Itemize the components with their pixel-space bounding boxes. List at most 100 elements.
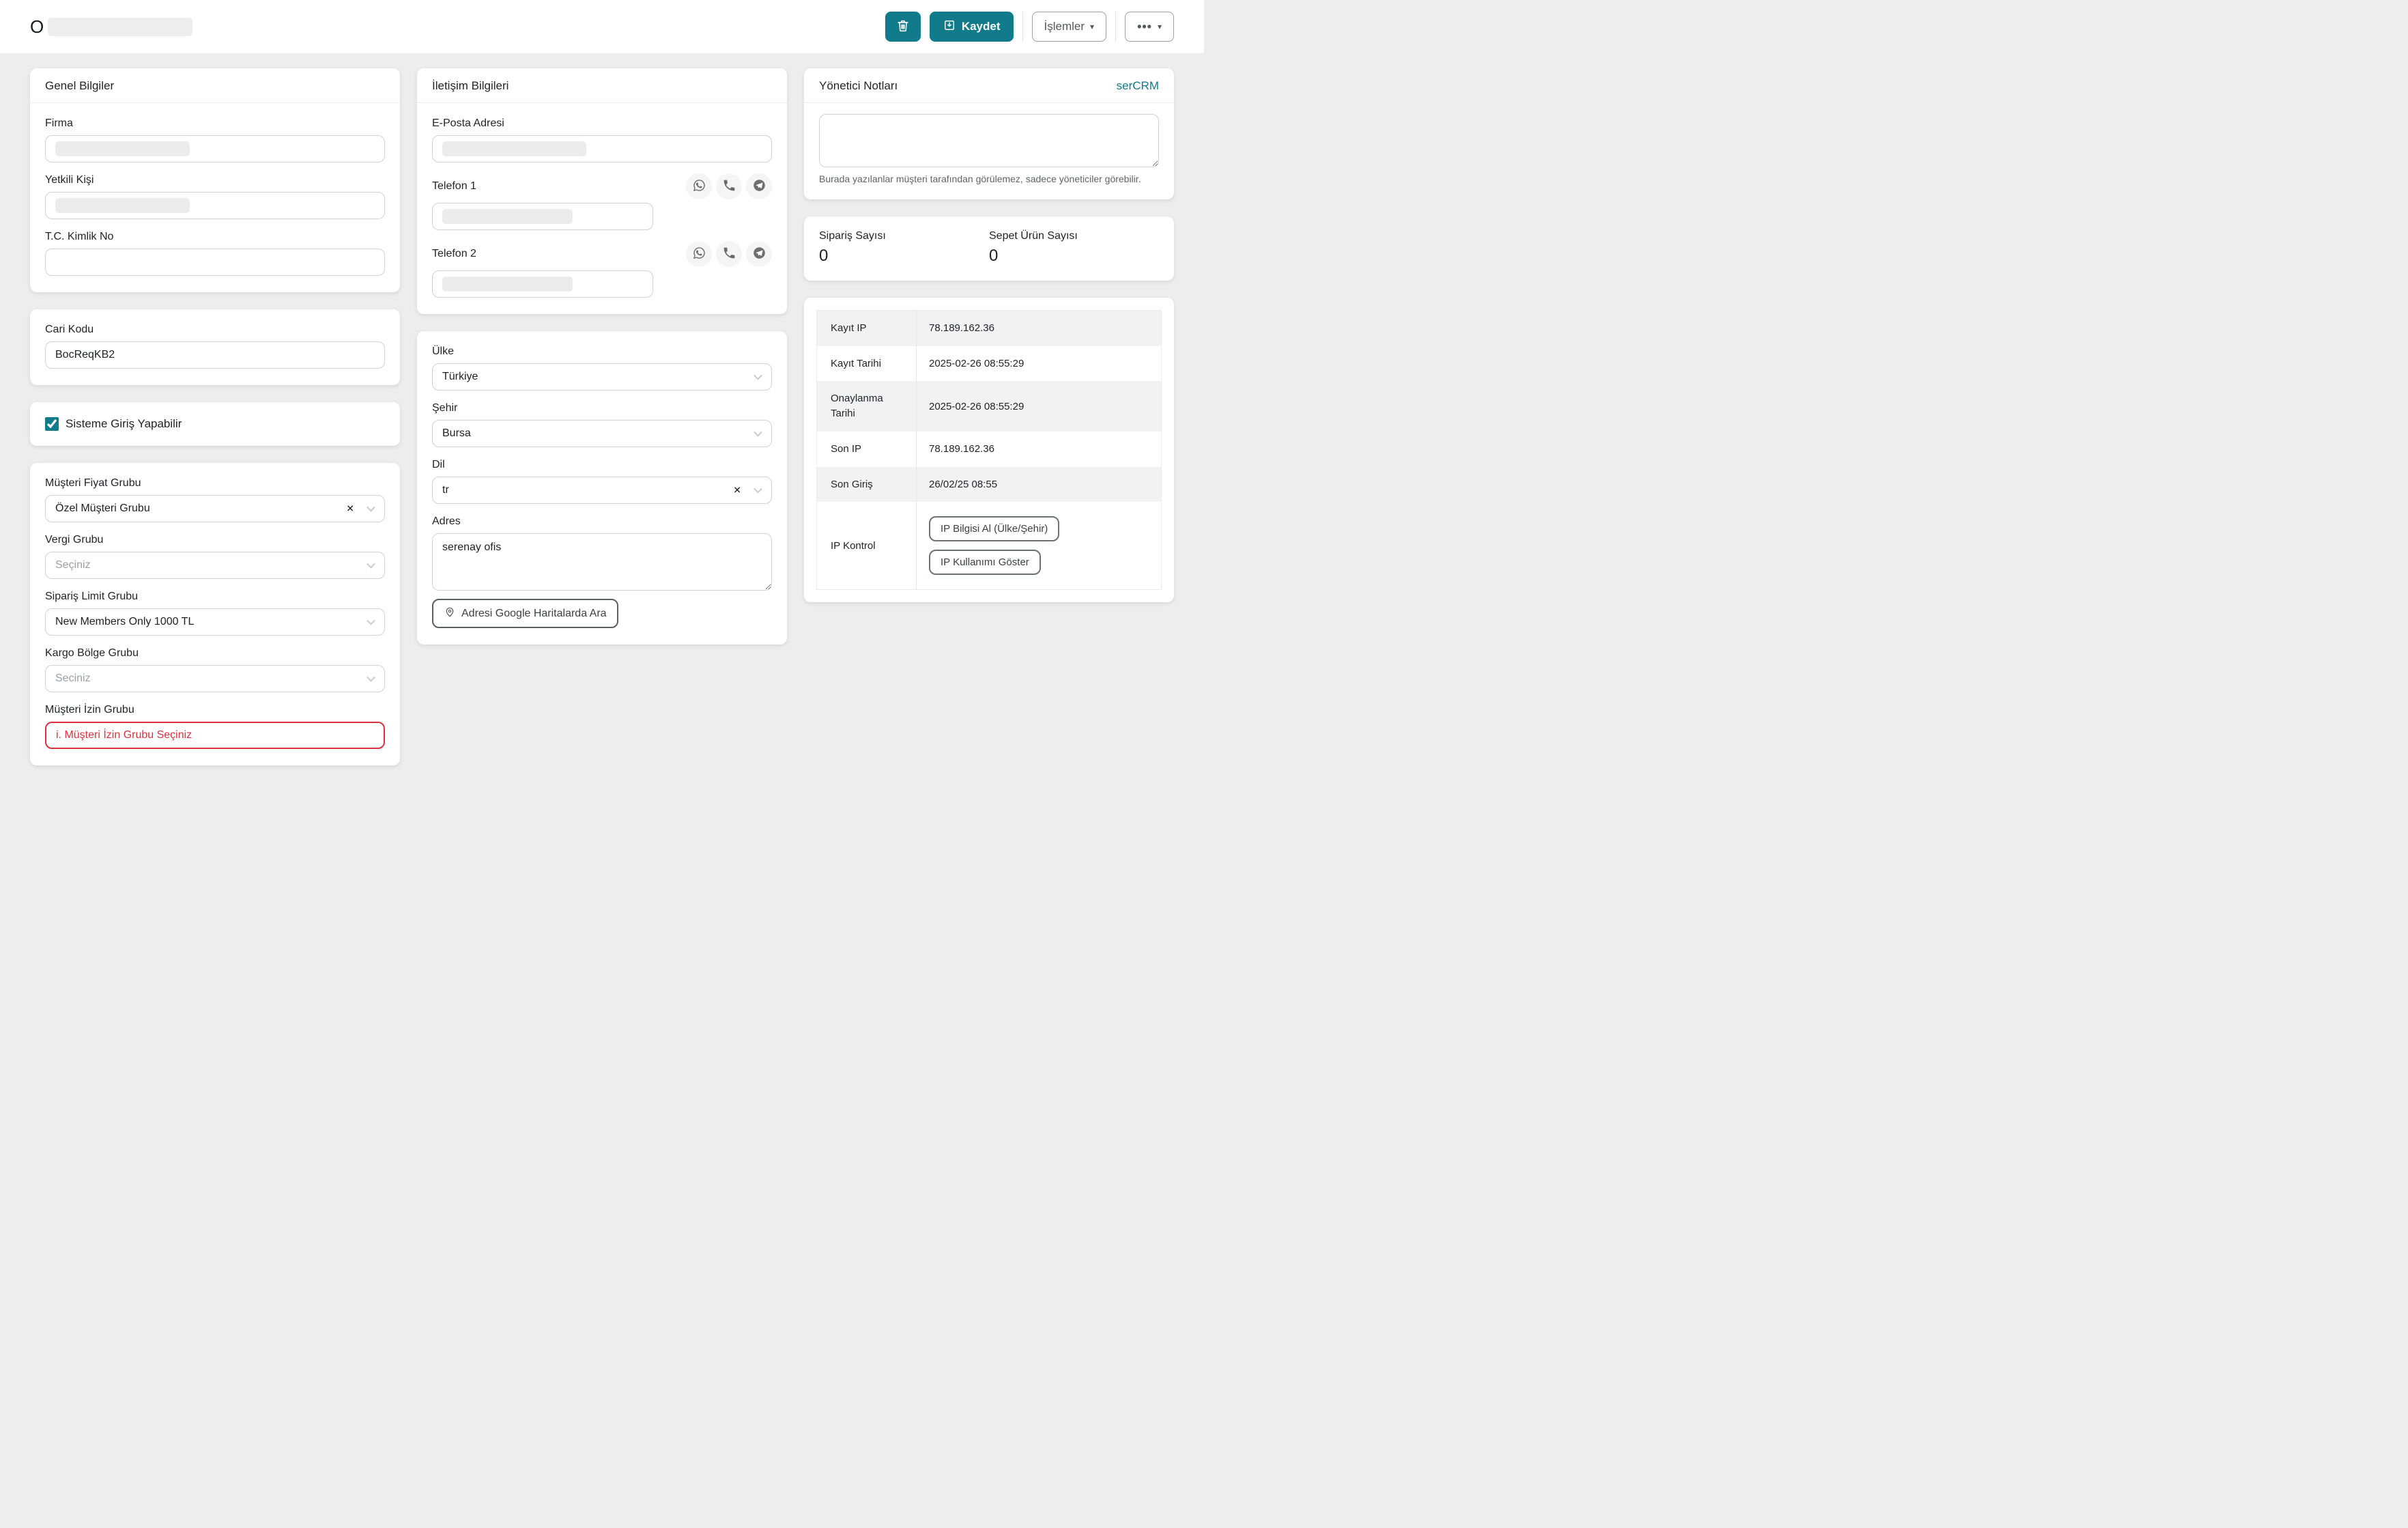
validation-error-text: i. Müşteri İzin Grubu Seçiniz (56, 729, 192, 741)
right-column: Yönetici Notları serCRM Burada yazılanla… (804, 68, 1174, 602)
sisteme-giris-checkbox[interactable] (45, 417, 59, 431)
musteri-izin-grubu-select[interactable]: i. Müşteri İzin Grubu Seçiniz (45, 722, 385, 749)
cari-kodu-card: Cari Kodu (30, 309, 400, 385)
selected-value: Özel Müşteri Grubu (55, 503, 150, 515)
clear-icon[interactable]: ✕ (733, 485, 741, 496)
select-placeholder: Seçiniz (55, 559, 91, 571)
contact-info-card-header: İletişim Bilgileri (417, 68, 787, 103)
cari-kodu-input[interactable] (45, 341, 385, 369)
table-row: Onaylanma Tarihi 2025-02-26 08:55:29 (817, 381, 1162, 431)
vergi-grubu-label: Vergi Grubu (45, 533, 385, 547)
phone2-input[interactable] (432, 270, 653, 298)
siparis-limit-grubu-field: Sipariş Limit Grubu New Members Only 100… (45, 590, 385, 636)
selected-value: Bursa (442, 427, 471, 440)
yetkili-kisi-input[interactable] (45, 192, 385, 219)
phone2-field: Telefon 2 (432, 241, 772, 298)
selected-value: tr (442, 484, 449, 496)
kargo-bolge-grubu-select[interactable]: Seciniz (45, 665, 385, 692)
cari-kodu-label: Cari Kodu (45, 323, 385, 337)
contact-info-card: İletişim Bilgileri E-Posta Adresi Telefo… (417, 68, 787, 314)
redacted-text (442, 277, 573, 292)
vergi-grubu-select[interactable]: Seçiniz (45, 552, 385, 579)
email-input[interactable] (432, 135, 772, 162)
row-label: Onaylanma Tarihi (817, 381, 917, 431)
kargo-bolge-grubu-label: Kargo Bölge Grubu (45, 647, 385, 660)
kargo-bolge-grubu-field: Kargo Bölge Grubu Seciniz (45, 647, 385, 692)
tc-kimlik-input[interactable] (45, 249, 385, 276)
delete-button[interactable] (885, 12, 921, 42)
ulke-field: Ülke Türkiye (432, 345, 772, 391)
phone2-label: Telefon 2 (432, 248, 476, 260)
telegram-button[interactable] (746, 173, 772, 199)
ulke-label: Ülke (432, 345, 772, 358)
whatsapp-icon (692, 246, 706, 262)
row-label: Kayıt Tarihi (817, 346, 917, 382)
table-row: Kayıt Tarihi 2025-02-26 08:55:29 (817, 346, 1162, 382)
google-maps-search-button[interactable]: Adresi Google Haritalarda Ara (432, 599, 618, 628)
save-icon (943, 18, 956, 36)
tc-kimlik-field: T.C. Kimlik No (45, 230, 385, 276)
email-label: E-Posta Adresi (432, 117, 772, 130)
sepet-urun-sayisi-label: Sepet Ürün Sayısı (989, 230, 1159, 242)
chevron-down-icon (367, 560, 375, 569)
google-maps-button-label: Adresi Google Haritalarda Ara (461, 608, 607, 620)
row-label: Son IP (817, 431, 917, 467)
ulke-select[interactable]: Türkiye (432, 363, 772, 391)
ip-bilgisi-al-button[interactable]: IP Bilgisi Al (Ülke/Şehir) (929, 516, 1059, 541)
adres-field: Adres serenay ofis Adresi Google Harital… (432, 515, 772, 628)
phone1-label: Telefon 1 (432, 180, 476, 193)
phone1-input[interactable] (432, 203, 653, 230)
row-value: 2025-02-26 08:55:29 (917, 346, 1162, 382)
sisteme-giris-label[interactable]: Sisteme Giriş Yapabilir (66, 417, 182, 431)
call-button[interactable] (716, 173, 742, 199)
firma-input[interactable] (45, 135, 385, 162)
redacted-text (442, 141, 586, 156)
dil-label: Dil (432, 458, 772, 472)
row-value: 78.189.162.36 (917, 431, 1162, 467)
chevron-down-icon (754, 371, 762, 380)
table-row: Kayıt IP 78.189.162.36 (817, 310, 1162, 345)
clear-icon[interactable]: ✕ (346, 503, 354, 515)
middle-column: İletişim Bilgileri E-Posta Adresi Telefo… (417, 68, 787, 645)
telegram-button[interactable] (746, 241, 772, 267)
save-button[interactable]: Kaydet (930, 12, 1014, 42)
whatsapp-button[interactable] (686, 241, 712, 267)
sercrm-link[interactable]: serCRM (1117, 79, 1159, 93)
customer-groups-card: Müşteri Fiyat Grubu Özel Müşteri Grubu ✕… (30, 463, 400, 765)
ip-kullanimi-goster-button[interactable]: IP Kullanımı Göster (929, 550, 1041, 575)
siparis-limit-grubu-select[interactable]: New Members Only 1000 TL (45, 608, 385, 636)
table-row: Son Giriş 26/02/25 08:55 (817, 467, 1162, 503)
yetkili-kisi-field: Yetkili Kişi (45, 173, 385, 219)
call-button[interactable] (716, 241, 742, 267)
sehir-select[interactable]: Bursa (432, 420, 772, 447)
table-row-ip-kontrol: IP Kontrol IP Bilgisi Al (Ülke/Şehir) IP… (817, 502, 1162, 590)
header-actions: Kaydet İşlemler ▾ ••• ▾ (885, 12, 1174, 42)
row-label: Son Giriş (817, 467, 917, 503)
row-value: 26/02/25 08:55 (917, 467, 1162, 503)
siparis-limit-grubu-label: Sipariş Limit Grubu (45, 590, 385, 604)
admin-notes-helper-text: Burada yazılanlar müşteri tarafından gör… (819, 173, 1159, 186)
table-row: Son IP 78.189.162.36 (817, 431, 1162, 467)
telegram-icon (752, 178, 766, 195)
general-info-card-header: Genel Bilgiler (30, 68, 400, 103)
more-options-button[interactable]: ••• ▾ (1125, 12, 1174, 42)
redacted-text (55, 198, 190, 213)
header-divider (1115, 12, 1116, 42)
left-column: Genel Bilgiler Firma Yetkili Kişi T.C. K… (30, 68, 400, 765)
row-value: 78.189.162.36 (917, 310, 1162, 345)
chevron-down-icon (754, 485, 762, 494)
card-title: Genel Bilgiler (45, 79, 114, 93)
dil-select[interactable]: tr ✕ (432, 477, 772, 504)
musteri-fiyat-grubu-select[interactable]: Özel Müşteri Grubu ✕ (45, 495, 385, 522)
whatsapp-button[interactable] (686, 173, 712, 199)
phone-icon (722, 246, 736, 262)
redacted-customer-name (48, 18, 192, 36)
musteri-izin-grubu-label: Müşteri İzin Grubu (45, 703, 385, 717)
musteri-izin-grubu-field: Müşteri İzin Grubu i. Müşteri İzin Grubu… (45, 703, 385, 749)
adres-textarea[interactable]: serenay ofis (432, 533, 772, 591)
header-divider (1022, 12, 1023, 42)
chevron-down-icon (367, 503, 375, 512)
chevron-down-icon (367, 617, 375, 625)
admin-notes-textarea[interactable] (819, 114, 1159, 167)
islemler-dropdown-button[interactable]: İşlemler ▾ (1032, 12, 1107, 42)
